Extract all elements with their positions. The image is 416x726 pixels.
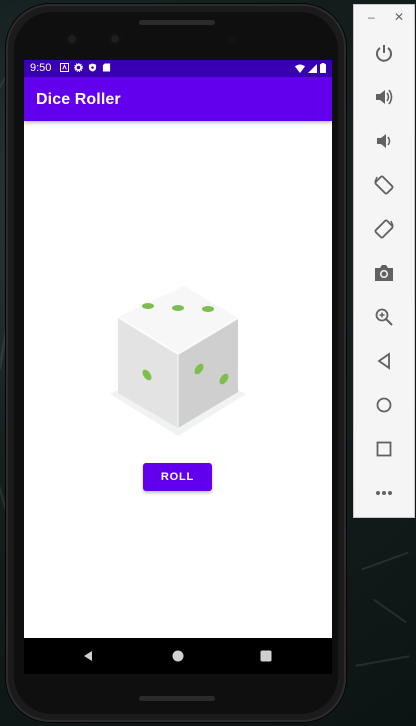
back-icon (377, 352, 390, 370)
top-speaker (139, 20, 215, 25)
rotate-left-button[interactable] (372, 173, 396, 197)
dice-image (108, 282, 248, 442)
navigation-bar (24, 638, 332, 674)
volume-down-button[interactable] (372, 129, 396, 153)
phone-screen: 9:50 Dice Roller ROLL (24, 60, 332, 638)
front-sensor-icon (108, 32, 122, 46)
volume-up-icon (376, 89, 393, 105)
bottom-speaker (139, 696, 215, 701)
screenshot-button[interactable] (372, 261, 396, 285)
cell-signal-icon (308, 63, 317, 73)
rotate-left-icon (374, 175, 394, 195)
dice-pip (202, 306, 214, 312)
back-icon (84, 651, 92, 661)
home-icon (172, 650, 184, 662)
nav-home-button[interactable] (169, 647, 187, 665)
nav-back-button[interactable] (79, 647, 97, 665)
status-time: 9:50 (30, 62, 52, 74)
nav-recents-button[interactable] (257, 647, 275, 665)
emulator-toolbar: – ✕ (353, 4, 415, 518)
zoom-icon (375, 308, 393, 326)
android-notification-icon (60, 63, 69, 72)
camera-icon (375, 265, 393, 281)
toolbar-window-controls: – ✕ (354, 5, 414, 31)
close-icon[interactable]: ✕ (394, 11, 404, 23)
sd-card-notification-icon (102, 63, 111, 72)
minimize-icon[interactable]: – (368, 11, 375, 23)
status-system-icons (295, 63, 326, 73)
zoom-button[interactable] (372, 305, 396, 329)
more-button[interactable] (372, 481, 396, 505)
home-icon (376, 397, 392, 413)
more-icon (376, 491, 392, 495)
emulator-back-button[interactable] (372, 349, 396, 373)
dice-pip (142, 303, 154, 309)
status-bar: 9:50 (24, 60, 332, 77)
app-bar: Dice Roller (24, 77, 332, 121)
dice-three-icon (110, 286, 246, 436)
shield-notification-icon (88, 63, 97, 72)
app-title: Dice Roller (36, 91, 121, 108)
status-notification-icons (60, 63, 111, 72)
overview-icon (376, 441, 392, 457)
rotate-right-button[interactable] (372, 217, 396, 241)
power-icon (376, 45, 392, 62)
front-sensor-dot-icon (228, 36, 236, 44)
recents-icon (260, 650, 272, 662)
volume-up-button[interactable] (372, 85, 396, 109)
rotate-right-icon (374, 219, 394, 239)
front-camera-icon (65, 32, 79, 46)
emulator-home-button[interactable] (372, 393, 396, 417)
emulator-overview-button[interactable] (372, 437, 396, 461)
dice-pip (172, 305, 184, 311)
battery-icon (320, 63, 326, 73)
volume-down-icon (377, 134, 391, 148)
roll-button[interactable]: ROLL (143, 463, 212, 491)
wifi-icon (295, 64, 305, 73)
power-button[interactable] (372, 41, 396, 65)
settings-notification-icon (74, 63, 83, 72)
